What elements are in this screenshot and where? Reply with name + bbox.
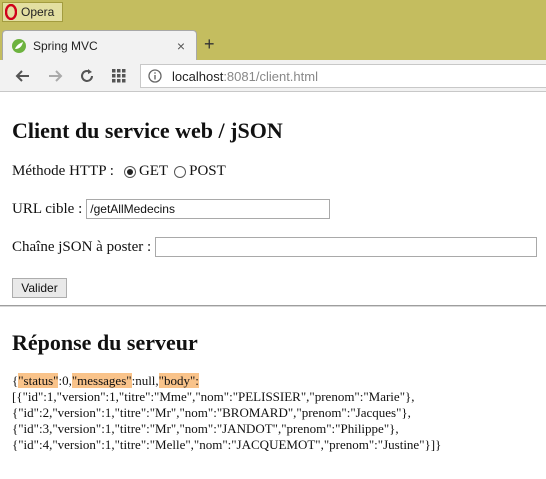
response-messages-value: :null, xyxy=(131,373,159,388)
reload-button[interactable] xyxy=(78,67,96,85)
get-radio-label[interactable]: GET xyxy=(139,163,168,180)
response-body-key: "body": xyxy=(158,373,199,388)
tab-close-icon[interactable]: × xyxy=(172,38,190,54)
os-taskbar: Opera xyxy=(0,0,546,24)
horizontal-rule xyxy=(0,305,546,307)
tab-title: Spring MVC xyxy=(33,38,98,53)
spring-leaf-icon xyxy=(12,38,26,53)
response-line: {"id":4,"version":1,"titre":"Melle","nom… xyxy=(12,437,442,452)
response-status-key: "status" xyxy=(18,373,59,388)
response-line: {"id":2,"version":1,"titre":"Mr","nom":"… xyxy=(12,405,411,420)
page-content: Client du service web / jSON Méthode HTT… xyxy=(0,93,546,479)
address-bar[interactable]: localhost:8081/client.html xyxy=(140,64,546,88)
url-row: URL cible : /getAllMedecins xyxy=(12,199,331,219)
browser-tab-bar: Spring MVC × + xyxy=(0,24,546,60)
post-radio[interactable] xyxy=(174,165,187,178)
new-tab-button[interactable]: + xyxy=(204,35,215,53)
site-info-icon[interactable] xyxy=(148,69,162,83)
url-label: URL cible : xyxy=(12,200,83,217)
back-arrow-icon xyxy=(15,70,29,82)
response-line: {"id":3,"version":1,"titre":"Mr","nom":"… xyxy=(12,421,399,436)
response-messages-key: "messages" xyxy=(71,373,132,388)
grid-icon xyxy=(112,69,126,83)
method-label: Méthode HTTP : xyxy=(12,163,114,179)
back-button[interactable] xyxy=(14,67,32,85)
forward-arrow-icon xyxy=(49,70,63,82)
speed-dial-button[interactable] xyxy=(110,67,128,85)
reload-icon xyxy=(81,69,93,82)
submit-button[interactable]: Valider xyxy=(12,278,67,298)
url-input[interactable]: /getAllMedecins xyxy=(86,199,331,219)
json-label: Chaîne jSON à poster : xyxy=(12,238,152,255)
response-body: {"status":0,"messages":null,"body": [{"i… xyxy=(12,373,546,453)
get-radio[interactable] xyxy=(123,165,136,178)
url-host: localhost xyxy=(172,68,224,84)
method-row: Méthode HTTP : GET POST xyxy=(12,163,226,180)
url-path: :8081/client.html xyxy=(223,68,318,84)
response-heading: Réponse du serveur xyxy=(12,330,198,355)
response-status-value: :0, xyxy=(58,373,72,388)
opera-taskbar-label: Opera xyxy=(21,5,55,19)
tab-spring-mvc[interactable]: Spring MVC × xyxy=(2,30,197,60)
post-radio-label[interactable]: POST xyxy=(189,163,226,180)
navigation-toolbar: localhost:8081/client.html xyxy=(0,60,546,92)
opera-logo-icon xyxy=(5,4,17,20)
forward-button[interactable] xyxy=(46,67,64,85)
response-line: [{"id":1,"version":1,"titre":"Mme","nom"… xyxy=(12,389,415,404)
json-row: Chaîne jSON à poster : xyxy=(12,237,538,257)
json-input[interactable] xyxy=(155,237,538,257)
opera-taskbar-button[interactable]: Opera xyxy=(2,2,63,22)
response-line-header: {"status":0,"messages":null,"body": xyxy=(12,373,546,389)
page-title: Client du service web / jSON xyxy=(12,118,283,143)
